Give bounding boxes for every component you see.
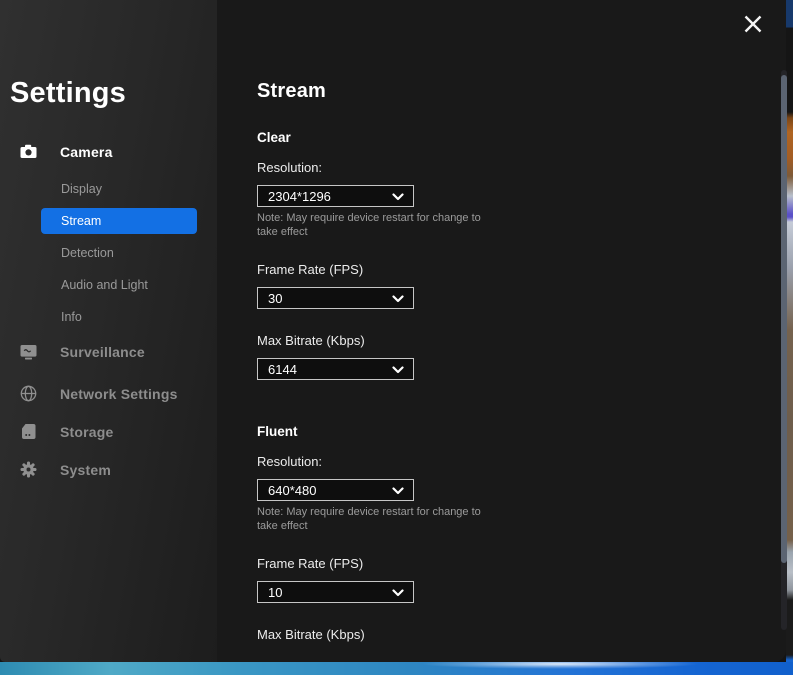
sidebar-item-display[interactable]: Display bbox=[41, 176, 197, 202]
sidebar-item-surveillance[interactable]: Surveillance bbox=[0, 343, 217, 360]
clear-frame-rate-select[interactable]: 30 bbox=[257, 287, 414, 309]
sidebar-item-detection[interactable]: Detection bbox=[41, 240, 197, 266]
close-icon bbox=[744, 15, 762, 36]
fluent-frame-rate-select[interactable]: 10 bbox=[257, 581, 414, 603]
chevron-down-icon bbox=[392, 589, 404, 597]
camera-subnav: Display Stream Detection Audio and Light… bbox=[41, 176, 217, 330]
clear-max-bitrate-select[interactable]: 6144 bbox=[257, 358, 414, 380]
camera-icon bbox=[20, 143, 37, 160]
settings-window: Settings Camera Display Stream Detection… bbox=[0, 0, 793, 675]
page-title: Settings bbox=[10, 76, 217, 110]
sidebar-item-label: System bbox=[60, 462, 111, 478]
clear-resolution-select[interactable]: 2304*1296 bbox=[257, 185, 414, 207]
fluent-resolution-value: 640*480 bbox=[268, 483, 316, 498]
clear-section-heading: Clear bbox=[257, 131, 786, 145]
clear-frame-rate-value: 30 bbox=[268, 291, 282, 306]
fluent-max-bitrate-label: Max Bitrate (Kbps) bbox=[257, 627, 786, 642]
clear-resolution-value: 2304*1296 bbox=[268, 189, 331, 204]
chevron-down-icon bbox=[392, 193, 404, 201]
stream-settings-panel: Stream Clear Resolution: 2304*1296 Note:… bbox=[217, 0, 786, 662]
clear-max-bitrate-value: 6144 bbox=[268, 362, 297, 377]
sidebar-item-camera[interactable]: Camera bbox=[0, 143, 217, 160]
sidebar-item-system[interactable]: System bbox=[0, 461, 217, 478]
chevron-down-icon bbox=[392, 487, 404, 495]
settings-sidebar: Settings Camera Display Stream Detection… bbox=[0, 0, 217, 662]
sidebar-item-label: Surveillance bbox=[60, 344, 145, 360]
scrollbar-thumb[interactable] bbox=[781, 75, 787, 563]
chevron-down-icon bbox=[392, 366, 404, 374]
sidebar-item-stream[interactable]: Stream bbox=[41, 208, 197, 234]
fluent-resolution-label: Resolution: bbox=[257, 454, 786, 469]
clear-frame-rate-label: Frame Rate (FPS) bbox=[257, 262, 786, 277]
fluent-section-heading: Fluent bbox=[257, 425, 786, 439]
sidebar-item-label: Camera bbox=[60, 144, 113, 160]
scrollbar-track[interactable] bbox=[781, 70, 787, 630]
sd-card-icon bbox=[20, 423, 37, 440]
clear-max-bitrate-label: Max Bitrate (Kbps) bbox=[257, 333, 786, 348]
sidebar-item-label: Storage bbox=[60, 424, 114, 440]
gear-icon bbox=[20, 461, 37, 478]
fluent-resolution-select[interactable]: 640*480 bbox=[257, 479, 414, 501]
sidebar-item-storage[interactable]: Storage bbox=[0, 423, 217, 440]
clear-resolution-label: Resolution: bbox=[257, 160, 786, 175]
background-bottom-strip bbox=[0, 662, 793, 675]
globe-icon bbox=[20, 385, 37, 402]
close-button[interactable] bbox=[740, 12, 766, 38]
panel-title: Stream bbox=[257, 80, 786, 103]
chevron-down-icon bbox=[392, 295, 404, 303]
monitor-icon bbox=[20, 343, 37, 360]
background-app-sliver bbox=[786, 0, 793, 675]
sidebar-item-audio-and-light[interactable]: Audio and Light bbox=[41, 272, 197, 298]
clear-resolution-note: Note: May require device restart for cha… bbox=[257, 211, 495, 239]
stream-settings-content: Stream Clear Resolution: 2304*1296 Note:… bbox=[217, 80, 786, 642]
fluent-resolution-note: Note: May require device restart for cha… bbox=[257, 505, 495, 533]
sidebar-item-info[interactable]: Info bbox=[41, 304, 197, 330]
sidebar-item-network-settings[interactable]: Network Settings bbox=[0, 385, 217, 402]
sidebar-item-label: Network Settings bbox=[60, 386, 178, 402]
fluent-frame-rate-label: Frame Rate (FPS) bbox=[257, 556, 786, 571]
fluent-frame-rate-value: 10 bbox=[268, 585, 282, 600]
